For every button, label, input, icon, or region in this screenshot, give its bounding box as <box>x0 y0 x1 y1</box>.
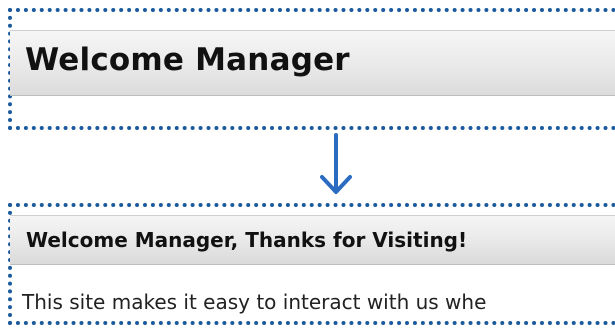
after-title: Welcome Manager, Thanks for Visiting! <box>26 228 468 252</box>
diagram-canvas: Welcome Manager Welcome Manager, Thanks … <box>0 0 615 330</box>
after-body-text: This site makes it easy to interact with… <box>22 290 487 314</box>
before-title: Welcome Manager <box>25 42 350 78</box>
arrow-down-icon <box>320 133 352 194</box>
